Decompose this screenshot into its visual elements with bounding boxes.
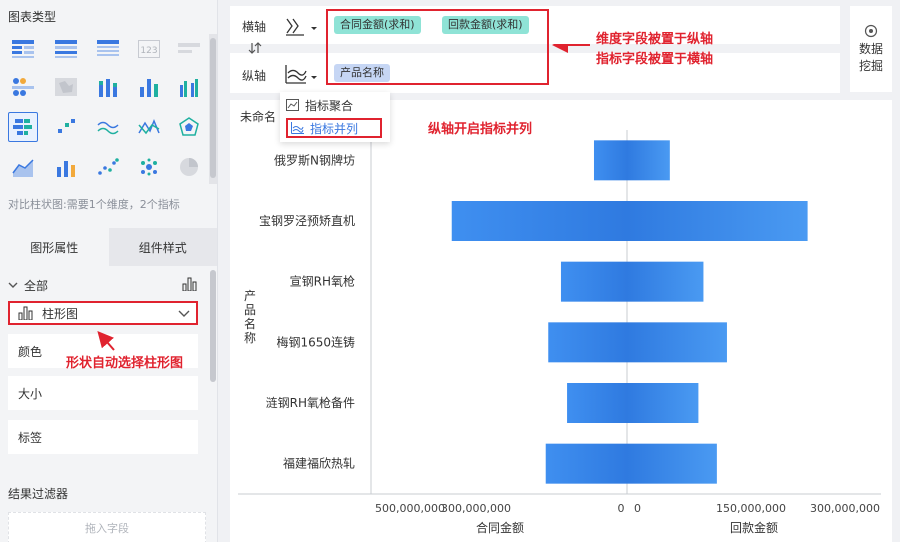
category-label: 涟钢RH氧枪备件 xyxy=(266,395,355,410)
data-mining-button[interactable]: 数据 挖掘 xyxy=(850,6,892,92)
category-label: 宣钢RH氧枪 xyxy=(290,274,355,289)
x-tick-label: 150,000,000 xyxy=(716,502,786,515)
swap-axis-icon[interactable] xyxy=(248,41,262,55)
y-axis-title-char: 产 xyxy=(244,289,256,303)
category-label: 福建福欣热轧 xyxy=(283,456,355,471)
axis-annotation-line2: 指标字段被置于横轴 xyxy=(596,52,714,67)
parallel-lines-icon[interactable] xyxy=(284,63,318,85)
y-axis-title-char: 名 xyxy=(244,316,256,331)
bar-contract-amount xyxy=(545,443,627,484)
parallel-lines-icon xyxy=(291,122,304,134)
bar-payment-amount xyxy=(627,201,808,241)
bar-contract-amount xyxy=(560,261,627,302)
axis-annotation-line1: 维度字段被置于纵轴 xyxy=(596,32,714,47)
x-tick-label: 300,000,000 xyxy=(441,502,511,515)
category-label: 宝钢罗泾预矫直机 xyxy=(259,213,355,228)
bar-contract-amount xyxy=(451,201,627,241)
aggregate-icon xyxy=(286,99,299,111)
chart-area: 未命名 俄罗斯N钢牌坊 宝钢罗泾预矫直机 宣钢RH氧枪 梅钢1650连铸 涟钢RH氧枪备… xyxy=(230,100,892,542)
bar-payment-amount xyxy=(627,140,670,181)
dropdown-item-aggregate[interactable]: 指标聚合 xyxy=(286,95,382,115)
category-label: 俄罗斯N钢牌坊 xyxy=(274,152,355,167)
data-mining-label-2: 挖掘 xyxy=(858,59,883,73)
comparison-bar-chart: 俄罗斯N钢牌坊宝钢罗泾预矫直机宣钢RH氧枪梅钢1650连铸涟钢RH氧枪备件福建福… xyxy=(238,130,881,535)
bar-contract-amount xyxy=(567,383,627,423)
x-tick-label: 300,000,000 xyxy=(810,502,880,515)
y-axis-label: 纵轴 xyxy=(242,69,267,83)
axis-setting-icon[interactable] xyxy=(284,15,318,37)
axis-mode-dropdown: 指标聚合 指标并列 xyxy=(280,92,390,142)
bar-contract-amount xyxy=(593,140,627,181)
y-axis-title-char: 品 xyxy=(244,303,256,317)
bar-payment-amount xyxy=(627,322,727,363)
category-label: 梅钢1650连铸 xyxy=(276,334,355,349)
y-axis-title-char: 称 xyxy=(244,331,256,345)
dropdown-item-label: 指标聚合 xyxy=(305,98,354,113)
x-axis-label: 横轴 xyxy=(242,20,267,34)
x-tick-label: 500,000,000 xyxy=(375,502,445,515)
data-mining-icon xyxy=(864,24,878,38)
fields-highlight-box xyxy=(326,9,549,85)
data-mining-label-1: 数据 xyxy=(858,42,883,56)
bar-payment-amount xyxy=(627,261,704,302)
dropdown-item-parallel[interactable]: 指标并列 xyxy=(286,118,382,138)
dropdown-item-label: 指标并列 xyxy=(310,121,359,136)
x-tick-label: 0 xyxy=(618,502,625,515)
bar-payment-amount xyxy=(627,443,717,484)
dropdown-annotation: 纵轴开启指标并列 xyxy=(428,122,533,137)
x-tick-label: 0 xyxy=(634,502,641,515)
bar-contract-amount xyxy=(548,322,627,363)
x-axis-title: 回款金额 xyxy=(730,520,778,535)
x-axis-title: 合同金额 xyxy=(476,520,524,535)
bar-payment-amount xyxy=(627,383,699,423)
